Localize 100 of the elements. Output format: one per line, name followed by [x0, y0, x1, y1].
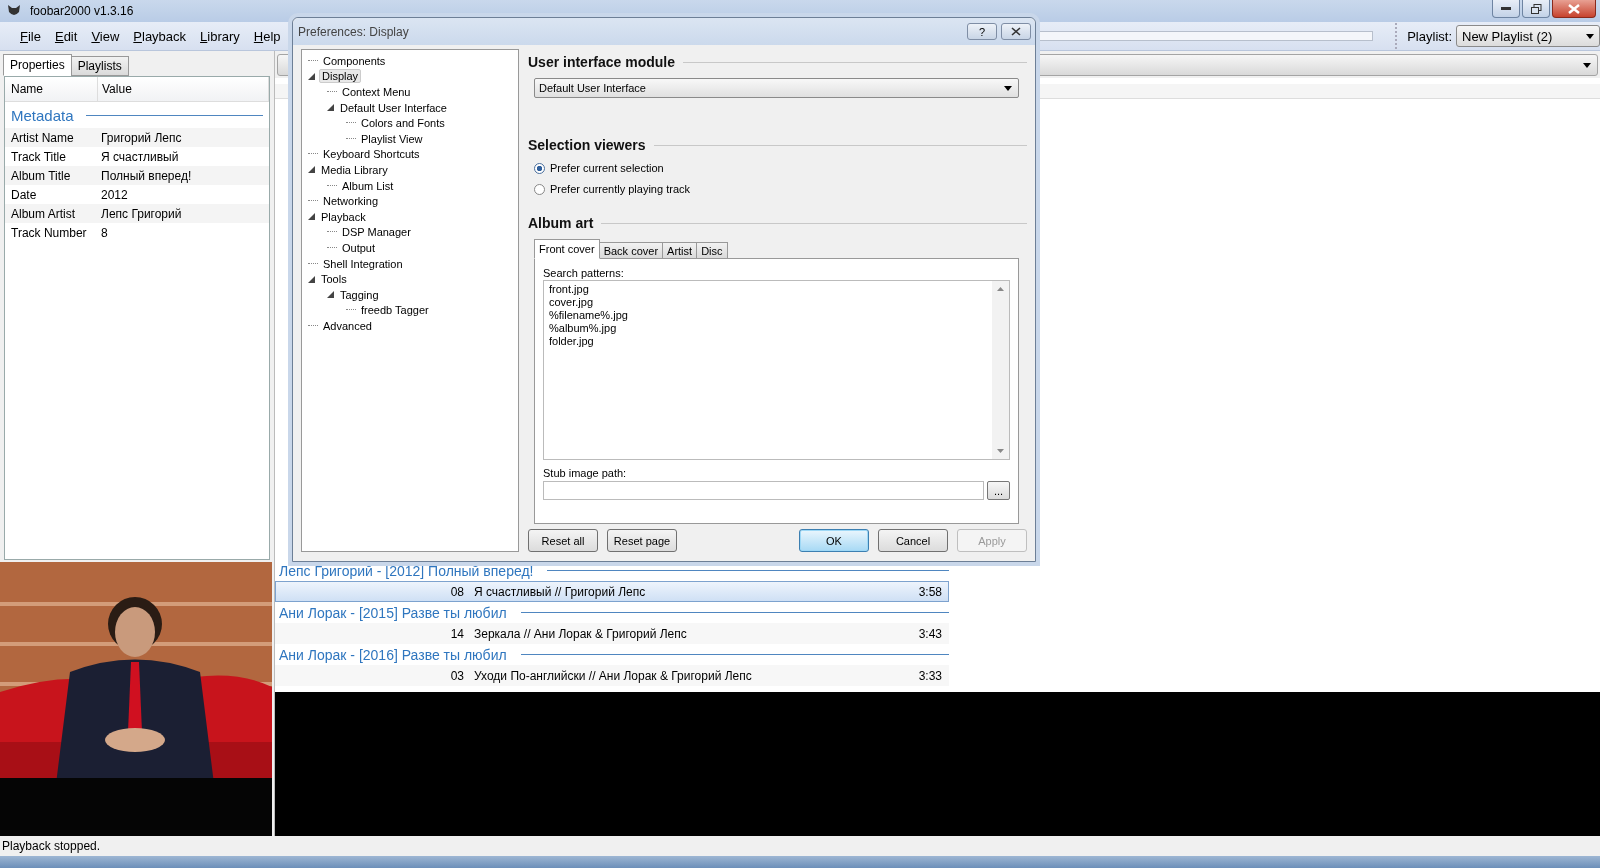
- input-field[interactable]: [543, 481, 984, 500]
- album-header: Ани Лорак - [2015] Разве ты любил: [279, 604, 507, 621]
- radio-button[interactable]: [534, 183, 545, 195]
- field-label: Stub image path:: [543, 467, 628, 479]
- property-value: Полный вперед!: [100, 168, 193, 183]
- tree-item[interactable]: Playlist View: [359, 132, 425, 145]
- pattern-line: %filename%.jpg: [549, 309, 629, 322]
- track-number: 08: [449, 584, 465, 599]
- property-value: 8: [100, 225, 109, 240]
- tree-item[interactable]: Keyboard Shortcuts: [321, 148, 422, 161]
- window-title: foobar2000 v1.3.16: [30, 4, 134, 18]
- pattern-line: folder.jpg: [549, 335, 595, 348]
- pattern-line: cover.jpg: [549, 296, 595, 309]
- close-button[interactable]: [1001, 23, 1031, 40]
- property-name: Album Title: [10, 168, 72, 183]
- tree-item[interactable]: Album List: [340, 179, 396, 192]
- dialog-title: Preferences: Display: [298, 24, 409, 39]
- column-header[interactable]: Value: [98, 77, 269, 101]
- group-title: Metadata: [11, 106, 74, 124]
- radio-label: Prefer currently playing track: [550, 183, 690, 195]
- minimize-icon: [1501, 6, 1511, 11]
- dialog-button[interactable]: Cancel: [878, 529, 948, 552]
- property-value: Я счастливый: [100, 149, 180, 164]
- pattern-line: %album%.jpg: [549, 322, 618, 335]
- album-header: Ани Лорак - [2016] Разве ты любил: [279, 646, 507, 663]
- caret-icon: [1583, 62, 1591, 68]
- track-row[interactable]: 08 Я счастливый // Григорий Лепс 3:58: [275, 581, 949, 602]
- tree-item[interactable]: Context Menu: [340, 86, 413, 98]
- menu-item[interactable]: File: [14, 25, 47, 47]
- tree-item[interactable]: Display: [319, 69, 362, 84]
- track-number: 03: [449, 668, 465, 683]
- property-name: Album Artist: [10, 206, 77, 221]
- tree-item[interactable]: Networking: [321, 195, 381, 208]
- tree-item[interactable]: DSP Manager: [340, 226, 413, 239]
- field-label: Search patterns:: [543, 267, 625, 279]
- status-text: Playback stopped.: [2, 839, 101, 853]
- tree-item[interactable]: Advanced: [321, 319, 374, 332]
- track-number: 14: [449, 626, 465, 641]
- dialog-button[interactable]: Reset all: [528, 529, 598, 552]
- track-title: Уходи По-английски // Ани Лорак & Григорий Лепс: [474, 668, 753, 683]
- column-header[interactable]: Name: [5, 77, 98, 101]
- expand-triangle-icon[interactable]: [308, 166, 315, 174]
- close-button[interactable]: [1552, 0, 1596, 18]
- expand-triangle-icon[interactable]: [327, 104, 334, 112]
- radio-button[interactable]: [534, 162, 545, 174]
- track-row[interactable]: 03 Уходи По-английски // Ани Лорак & Григорий Лепс 3:33: [275, 665, 949, 686]
- menu-item[interactable]: Playback: [127, 25, 193, 47]
- scroll-up-icon[interactable]: [997, 287, 1004, 291]
- minimize-button[interactable]: [1492, 0, 1520, 18]
- property-name: Date: [10, 187, 38, 202]
- scrollbar[interactable]: [992, 281, 1009, 459]
- property-name: Artist Name: [10, 130, 75, 145]
- menu-item[interactable]: Edit: [48, 25, 84, 47]
- tree-item[interactable]: Components: [321, 54, 388, 67]
- browse-button[interactable]: ...: [987, 481, 1010, 500]
- playlist-label: Playlist:: [1407, 28, 1452, 44]
- expand-triangle-icon[interactable]: [308, 275, 315, 283]
- section-heading: Album art: [528, 215, 594, 231]
- restore-icon: [1530, 3, 1542, 14]
- tree-item[interactable]: Playback: [319, 210, 368, 223]
- close-icon: [1568, 3, 1580, 14]
- expand-triangle-icon[interactable]: [308, 72, 315, 80]
- tab[interactable]: Front cover: [534, 239, 600, 259]
- caret-icon: [1004, 85, 1012, 91]
- dialog-button[interactable]: OK: [799, 529, 869, 552]
- tree-item[interactable]: Output: [340, 241, 378, 254]
- tree-item[interactable]: Colors and Fonts: [359, 117, 447, 130]
- property-value: Лепс Григорий: [100, 206, 183, 221]
- tree-item[interactable]: Tagging: [338, 288, 381, 301]
- radio-label: Prefer current selection: [550, 162, 664, 174]
- track-duration: 3:33: [918, 668, 943, 683]
- tree-item[interactable]: freedb Tagger: [359, 304, 431, 317]
- tree-item[interactable]: Default User Interface: [338, 101, 449, 114]
- menu-item[interactable]: Library: [194, 25, 246, 47]
- playlist-dropdown[interactable]: New Playlist (2): [1456, 25, 1600, 47]
- track-duration: 3:43: [918, 626, 943, 641]
- section-heading: User interface module: [528, 54, 676, 70]
- restore-button[interactable]: [1522, 0, 1550, 18]
- expand-triangle-icon[interactable]: [327, 291, 334, 299]
- caret-icon: [1586, 33, 1594, 39]
- track-title: Я счастливый // Григорий Лепс: [474, 584, 647, 599]
- tree-item[interactable]: Shell Integration: [321, 257, 405, 270]
- panel-tab[interactable]: Playlists: [70, 56, 129, 76]
- track-row[interactable]: 14 Зеркала // Ани Лорак & Григорий Лепс 3:43: [275, 623, 949, 644]
- tree-item[interactable]: Tools: [319, 273, 349, 286]
- menu-item[interactable]: View: [85, 25, 126, 47]
- property-name: Track Title: [10, 149, 67, 164]
- track-title: Зеркала // Ани Лорак & Григорий Лепс: [474, 626, 688, 641]
- tree-item[interactable]: Media Library: [319, 163, 390, 176]
- patterns-field[interactable]: front.jpg cover.jpg %filename%.jpg %album%.jpg folder.jpg: [543, 280, 1010, 460]
- module-dropdown[interactable]: Default User Interface: [534, 78, 1019, 98]
- property-name: Track Number: [10, 225, 88, 240]
- expand-triangle-icon[interactable]: [308, 213, 315, 221]
- property-value: Григорий Лепс: [100, 130, 183, 145]
- album-header: Лепс Григорий - [2012] Полный вперед!: [279, 562, 534, 579]
- help-button[interactable]: ?: [967, 23, 997, 40]
- menu-item[interactable]: Help: [247, 25, 287, 47]
- panel-tab[interactable]: Properties: [3, 54, 72, 76]
- dialog-button[interactable]: Reset page: [607, 529, 677, 552]
- scroll-down-icon[interactable]: [997, 449, 1004, 453]
